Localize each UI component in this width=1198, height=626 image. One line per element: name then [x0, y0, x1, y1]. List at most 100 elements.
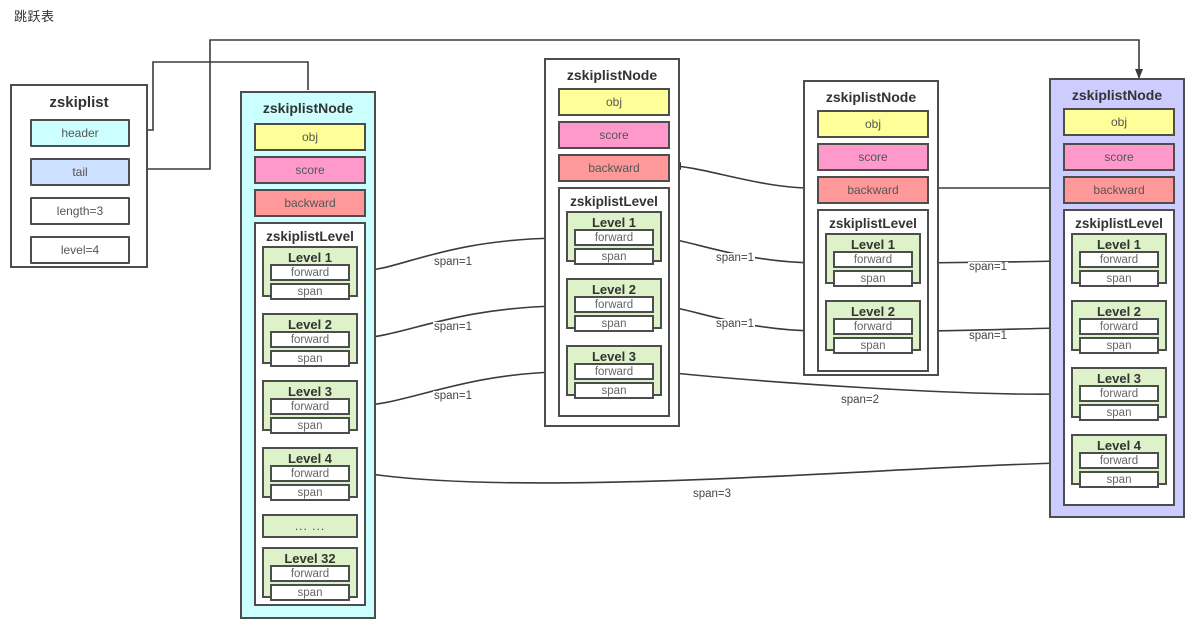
- node4-level-4-span[interactable]: span: [1079, 471, 1159, 488]
- node1-level-ellipsis-label: ... ...: [294, 519, 326, 533]
- span-n3l2-n4l2: span=1: [968, 330, 1009, 342]
- zskiplist-field-length-label: length=3: [56, 204, 104, 218]
- node4-level-4: Level 4 forward span: [1071, 434, 1167, 488]
- span-n2l3-n4l3: span=2: [840, 394, 881, 406]
- page-title: 跳跃表: [14, 9, 55, 24]
- node4-level-3-forward[interactable]: forward: [1079, 385, 1159, 402]
- node1-level-32-forward[interactable]: forward: [270, 565, 350, 582]
- zskiplist-node-header: zskiplistNode obj score backward zskipli…: [240, 91, 376, 619]
- node1-level-4-span[interactable]: span: [270, 484, 350, 501]
- node4-level-1-name: Level 1: [1096, 237, 1142, 252]
- node1-level-2-span[interactable]: span: [270, 350, 350, 367]
- zskiplist-field-level: level=4: [30, 236, 130, 264]
- node2-level-1: Level 1 forward span: [566, 211, 662, 265]
- node4-level-3: Level 3 forward span: [1071, 367, 1167, 421]
- node1-level-4-name: Level 4: [287, 451, 333, 466]
- node4-field-score[interactable]: score: [1063, 143, 1175, 171]
- node1-level-ellipsis: ... ...: [262, 514, 358, 538]
- node1-level-1-span[interactable]: span: [270, 283, 350, 300]
- node3-level-1-forward[interactable]: forward: [833, 251, 913, 268]
- node2-level-2-span[interactable]: span: [574, 315, 654, 332]
- span-n3l1-n4l1: span=1: [968, 261, 1009, 273]
- node3-levelbox-title: zskiplistLevel: [829, 216, 917, 231]
- span-n1l4-n4l4: span=3: [692, 488, 733, 500]
- wire-n1l4-n4l4: [357, 459, 1064, 484]
- node2-level-2-forward[interactable]: forward: [574, 296, 654, 313]
- node4-level-2-span[interactable]: span: [1079, 337, 1159, 354]
- node4-levelbox-title: zskiplistLevel: [1075, 216, 1163, 231]
- node2-title: zskiplistNode: [566, 67, 658, 83]
- node3-field-backward[interactable]: backward: [817, 176, 929, 204]
- node3-level-1: Level 1 forward span: [825, 233, 921, 287]
- node4-field-obj[interactable]: obj: [1063, 108, 1175, 136]
- node3-level-1-span[interactable]: span: [833, 270, 913, 287]
- zskiplist-field-length: length=3: [30, 197, 130, 225]
- node4-level-1-forward[interactable]: forward: [1079, 251, 1159, 268]
- node2-level-1-span[interactable]: span: [574, 248, 654, 265]
- node4-level-3-name: Level 3: [1096, 371, 1142, 386]
- node1-field-score[interactable]: score: [254, 156, 366, 184]
- node2-levelbox: zskiplistLevel Level 1 forward span Leve…: [558, 187, 670, 417]
- zskiplist-field-header-label: header: [61, 126, 99, 140]
- node1-level-4-forward[interactable]: forward: [270, 465, 350, 482]
- node2-level-3-span[interactable]: span: [574, 382, 654, 399]
- node1-title: zskiplistNode: [262, 100, 354, 116]
- node1-level-3-name: Level 3: [287, 384, 333, 399]
- diagram-canvas: 跳跃表 zskiplist header tail length=3 level…: [0, 0, 1198, 626]
- zskiplist-node-3: zskiplistNode obj score backward zskipli…: [803, 80, 939, 376]
- node1-level-3-span[interactable]: span: [270, 417, 350, 434]
- node1-level-32: Level 32 forward span: [262, 547, 358, 601]
- node4-level-1-span[interactable]: span: [1079, 270, 1159, 287]
- node3-level-2-name: Level 2: [850, 304, 896, 319]
- node1-field-obj[interactable]: obj: [254, 123, 366, 151]
- node4-title: zskiplistNode: [1071, 87, 1163, 103]
- node1-level-32-name: Level 32: [284, 551, 336, 566]
- node1-level-1-name: Level 1: [287, 250, 333, 265]
- node1-level-3: Level 3 forward span: [262, 380, 358, 434]
- node4-field-backward[interactable]: backward: [1063, 176, 1175, 204]
- zskiplist-field-tail-label: tail: [72, 165, 88, 179]
- zskiplist-field-level-label: level=4: [60, 243, 100, 257]
- span-n1l2-n2l2: span=1: [433, 321, 474, 333]
- node1-level-32-span[interactable]: span: [270, 584, 350, 601]
- node2-level-1-forward[interactable]: forward: [574, 229, 654, 246]
- node4-level-2-name: Level 2: [1096, 304, 1142, 319]
- zskiplist-node-2: zskiplistNode obj score backward zskipli…: [544, 58, 680, 427]
- span-n2l1-n3l1: span=1: [715, 252, 756, 264]
- node3-level-2-forward[interactable]: forward: [833, 318, 913, 335]
- node4-level-2-forward[interactable]: forward: [1079, 318, 1159, 335]
- zskiplist-field-header[interactable]: header: [30, 119, 130, 147]
- node1-obj-label: obj: [301, 130, 318, 144]
- node1-level-2-forward[interactable]: forward: [270, 331, 350, 348]
- node1-level-4: Level 4 forward span: [262, 447, 358, 501]
- zskiplist-title: zskiplist: [49, 94, 109, 111]
- node3-title: zskiplistNode: [825, 89, 917, 105]
- node2-field-obj[interactable]: obj: [558, 88, 670, 116]
- node1-level-3-forward[interactable]: forward: [270, 398, 350, 415]
- node3-field-score[interactable]: score: [817, 143, 929, 171]
- node2-level-3-forward[interactable]: forward: [574, 363, 654, 380]
- node1-level-2-name: Level 2: [287, 317, 333, 332]
- span-n1l3-n2l3: span=1: [433, 390, 474, 402]
- node4-level-3-span[interactable]: span: [1079, 404, 1159, 421]
- node4-level-4-forward[interactable]: forward: [1079, 452, 1159, 469]
- node1-levelbox-title: zskiplistLevel: [266, 229, 354, 244]
- node2-field-score[interactable]: score: [558, 121, 670, 149]
- node1-level-2: Level 2 forward span: [262, 313, 358, 367]
- span-n1l1-n2l1: span=1: [433, 256, 474, 268]
- node2-level-2: Level 2 forward span: [566, 278, 662, 332]
- node2-level-3: Level 3 forward span: [566, 345, 662, 399]
- node3-field-obj[interactable]: obj: [817, 110, 929, 138]
- node2-level-3-name: Level 3: [591, 349, 637, 364]
- node1-level-1-forward[interactable]: forward: [270, 264, 350, 281]
- node3-level-2-span[interactable]: span: [833, 337, 913, 354]
- node2-field-backward[interactable]: backward: [558, 154, 670, 182]
- node3-levelbox: zskiplistLevel Level 1 forward span Leve…: [817, 209, 929, 372]
- node4-level-2: Level 2 forward span: [1071, 300, 1167, 354]
- node4-level-4-name: Level 4: [1096, 438, 1142, 453]
- node4-level-1: Level 1 forward span: [1071, 233, 1167, 287]
- zskiplist-field-tail[interactable]: tail: [30, 158, 130, 186]
- node1-score-label: score: [295, 163, 325, 177]
- node1-field-backward[interactable]: backward: [254, 189, 366, 217]
- node1-level-1: Level 1 forward span: [262, 246, 358, 300]
